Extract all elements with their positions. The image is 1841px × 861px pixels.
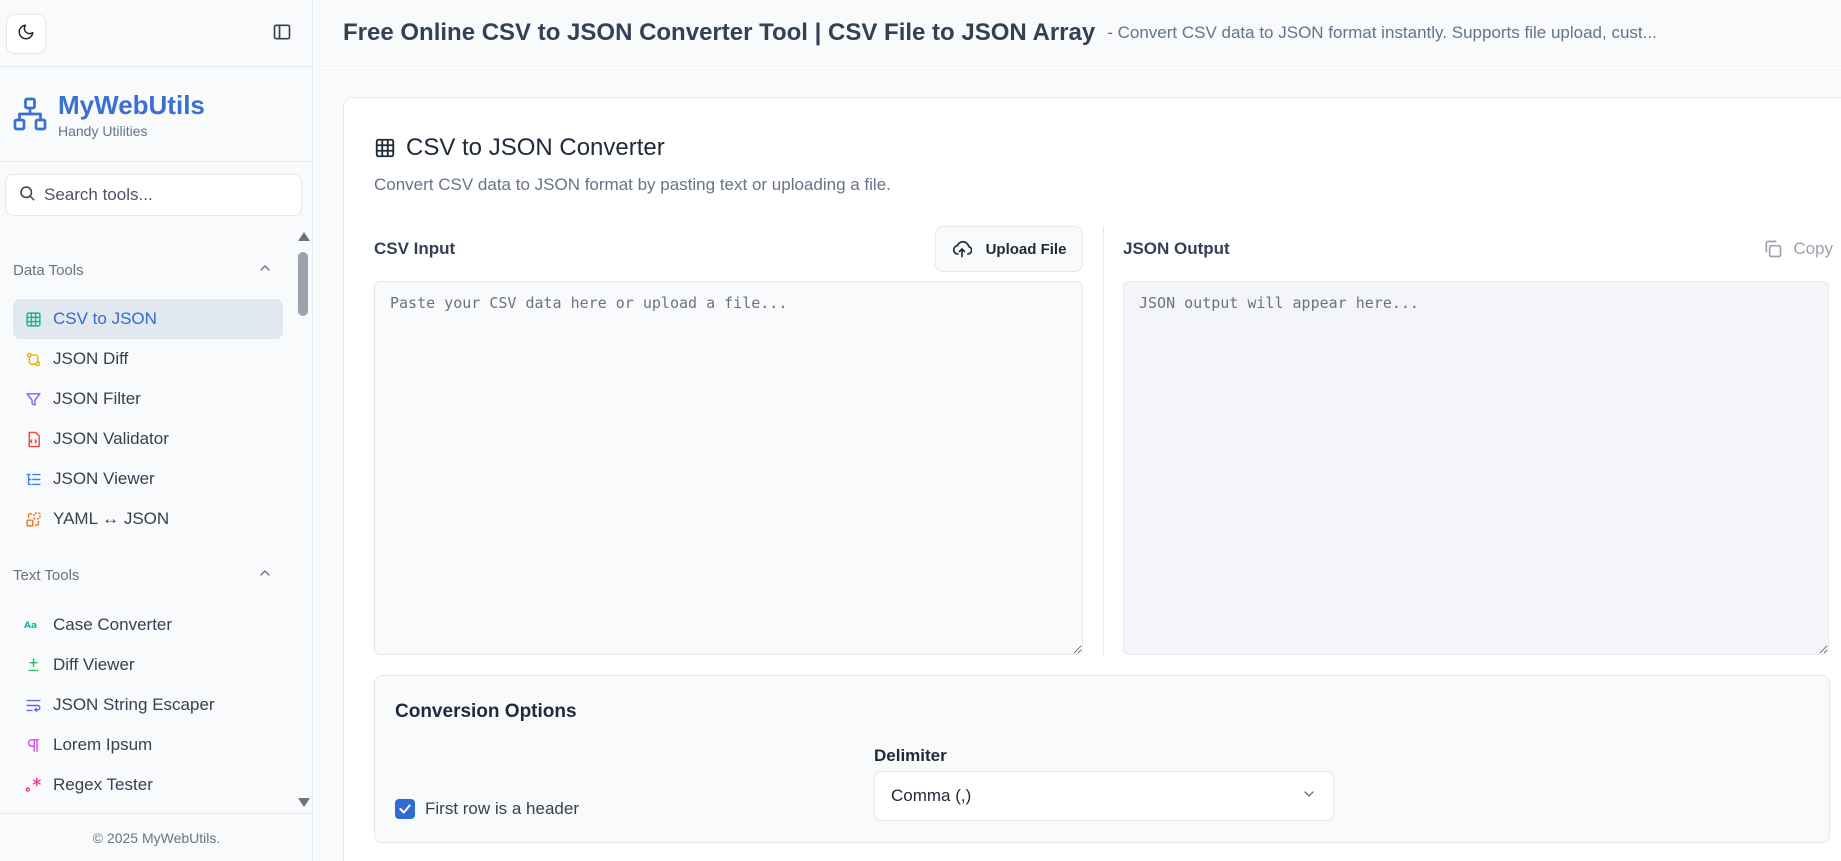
- svg-text:Aa: Aa: [24, 621, 37, 631]
- case-icon: Aa: [23, 615, 43, 635]
- panel-left-icon: [272, 22, 292, 47]
- sidebar-scrollbar[interactable]: [296, 228, 310, 813]
- diff-icon: [23, 349, 43, 369]
- main-content: CSV to JSON Converter Convert CSV data t…: [314, 68, 1841, 861]
- search-input[interactable]: [44, 185, 284, 205]
- page-description: - Convert CSV data to JSON format instan…: [1107, 23, 1657, 42]
- tool-nav: Data Tools CSV to JSON JSON Diff JSON Fi…: [0, 228, 296, 813]
- sidebar-item-label: Diff Viewer: [53, 655, 135, 674]
- sidebar-item-json-diff[interactable]: JSON Diff: [13, 339, 283, 379]
- sidebar-item-yaml-json[interactable]: YAML ↔ JSON: [13, 499, 283, 539]
- csv-input-label: CSV Input: [374, 239, 456, 258]
- scroll-up-arrow-icon[interactable]: [298, 232, 310, 241]
- sidebar-item-label: JSON Viewer: [53, 469, 155, 488]
- upload-file-button[interactable]: Upload File: [935, 226, 1083, 272]
- sidebar-item-lorem-ipsum[interactable]: Lorem Ipsum: [13, 725, 283, 765]
- theme-toggle-button[interactable]: [6, 14, 46, 54]
- page-header: Free Online CSV to JSON Converter Tool |…: [314, 0, 1841, 67]
- table-icon: [23, 309, 43, 329]
- header-row-option[interactable]: First row is a header: [395, 799, 579, 819]
- delimiter-select[interactable]: Comma (,): [874, 771, 1334, 821]
- header-row-label: First row is a header: [425, 799, 579, 818]
- delimiter-label: Delimiter: [874, 746, 947, 765]
- sidebar-top-bar: [0, 0, 312, 67]
- file-code-icon: [23, 429, 43, 449]
- conversion-options-title: Conversion Options: [395, 701, 577, 722]
- group-header-data-tools[interactable]: Data Tools: [13, 258, 273, 282]
- header-row-checkbox[interactable]: [395, 799, 415, 819]
- cloud-upload-icon: [952, 239, 972, 259]
- conversion-options-panel: Conversion Options First row is a header…: [374, 675, 1830, 843]
- scroll-down-arrow-icon[interactable]: [298, 798, 310, 807]
- sidebar-item-label: YAML ↔ JSON: [53, 509, 170, 528]
- chevron-up-icon: [257, 260, 273, 280]
- sidebar-item-json-string-escaper[interactable]: JSON String Escaper: [13, 685, 283, 725]
- sidebar-item-case-converter[interactable]: Aa Case Converter: [13, 605, 283, 645]
- sidebar-item-csv-to-json[interactable]: CSV to JSON: [13, 299, 283, 339]
- filter-icon: [23, 389, 43, 409]
- wrap-text-icon: [23, 695, 43, 715]
- sidebar-item-regex-tester[interactable]: Regex Tester: [13, 765, 283, 805]
- sidebar-item-label: JSON Filter: [53, 389, 141, 408]
- json-output-label: JSON Output: [1123, 239, 1230, 258]
- group-title: Data Tools: [13, 261, 84, 279]
- sidebar-item-label: Lorem Ipsum: [53, 735, 153, 754]
- sidebar-item-label: JSON Validator: [53, 429, 169, 448]
- sidebar-item-label: JSON Diff: [53, 349, 129, 368]
- tool-subtitle: Convert CSV data to JSON format by pasti…: [374, 175, 891, 194]
- moon-icon: [17, 23, 35, 46]
- csv-input-textarea[interactable]: [374, 281, 1083, 655]
- converter-card: CSV to JSON Converter Convert CSV data t…: [343, 97, 1841, 861]
- panel-divider: [1103, 226, 1104, 656]
- sidebar-item-diff-viewer[interactable]: Diff Viewer: [13, 645, 283, 685]
- brand-tagline: Handy Utilities: [58, 123, 148, 139]
- sidebar-item-json-viewer[interactable]: JSON Viewer: [13, 459, 283, 499]
- regex-icon: [23, 775, 43, 795]
- scrollbar-thumb[interactable]: [298, 252, 308, 316]
- copy-label: Copy: [1793, 239, 1833, 258]
- brand-name: MyWebUtils: [58, 90, 205, 120]
- sidebar-item-json-validator[interactable]: JSON Validator: [13, 419, 283, 459]
- sidebar-item-label: CSV to JSON: [53, 309, 157, 328]
- sidebar: MyWebUtils Handy Utilities Data Tools CS…: [0, 0, 313, 861]
- brand[interactable]: MyWebUtils Handy Utilities: [0, 67, 312, 162]
- search-box[interactable]: [5, 174, 302, 216]
- sidebar-item-label: Case Converter: [53, 615, 173, 634]
- tool-title: CSV to JSON Converter: [374, 134, 665, 162]
- group-title: Text Tools: [13, 566, 80, 584]
- json-output-textarea[interactable]: [1123, 281, 1829, 655]
- page-title: Free Online CSV to JSON Converter Tool |…: [343, 19, 1096, 46]
- chevron-down-icon: [1301, 786, 1317, 807]
- plus-minus-icon: [23, 655, 43, 675]
- copyright: © 2025 MyWebUtils.: [0, 813, 313, 861]
- delimiter-value: Comma (,): [891, 786, 972, 805]
- pilcrow-icon: [23, 735, 43, 755]
- sidebar-item-json-filter[interactable]: JSON Filter: [13, 379, 283, 419]
- sidebar-item-label: JSON String Escaper: [53, 695, 215, 714]
- table-icon: [374, 137, 396, 159]
- copy-icon: [1763, 239, 1783, 259]
- convert-icon: [23, 509, 43, 529]
- upload-file-label: Upload File: [985, 240, 1067, 258]
- list-tree-icon: [23, 469, 43, 489]
- copy-button[interactable]: Copy: [1743, 229, 1833, 269]
- sidebar-item-label: Regex Tester: [53, 775, 153, 794]
- sidebar-collapse-button[interactable]: [270, 22, 294, 46]
- group-header-text-tools[interactable]: Text Tools: [13, 563, 273, 587]
- search-icon: [18, 184, 36, 207]
- chevron-up-icon: [257, 565, 273, 585]
- network-icon: [12, 96, 48, 137]
- tool-title-text: CSV to JSON Converter: [406, 134, 665, 161]
